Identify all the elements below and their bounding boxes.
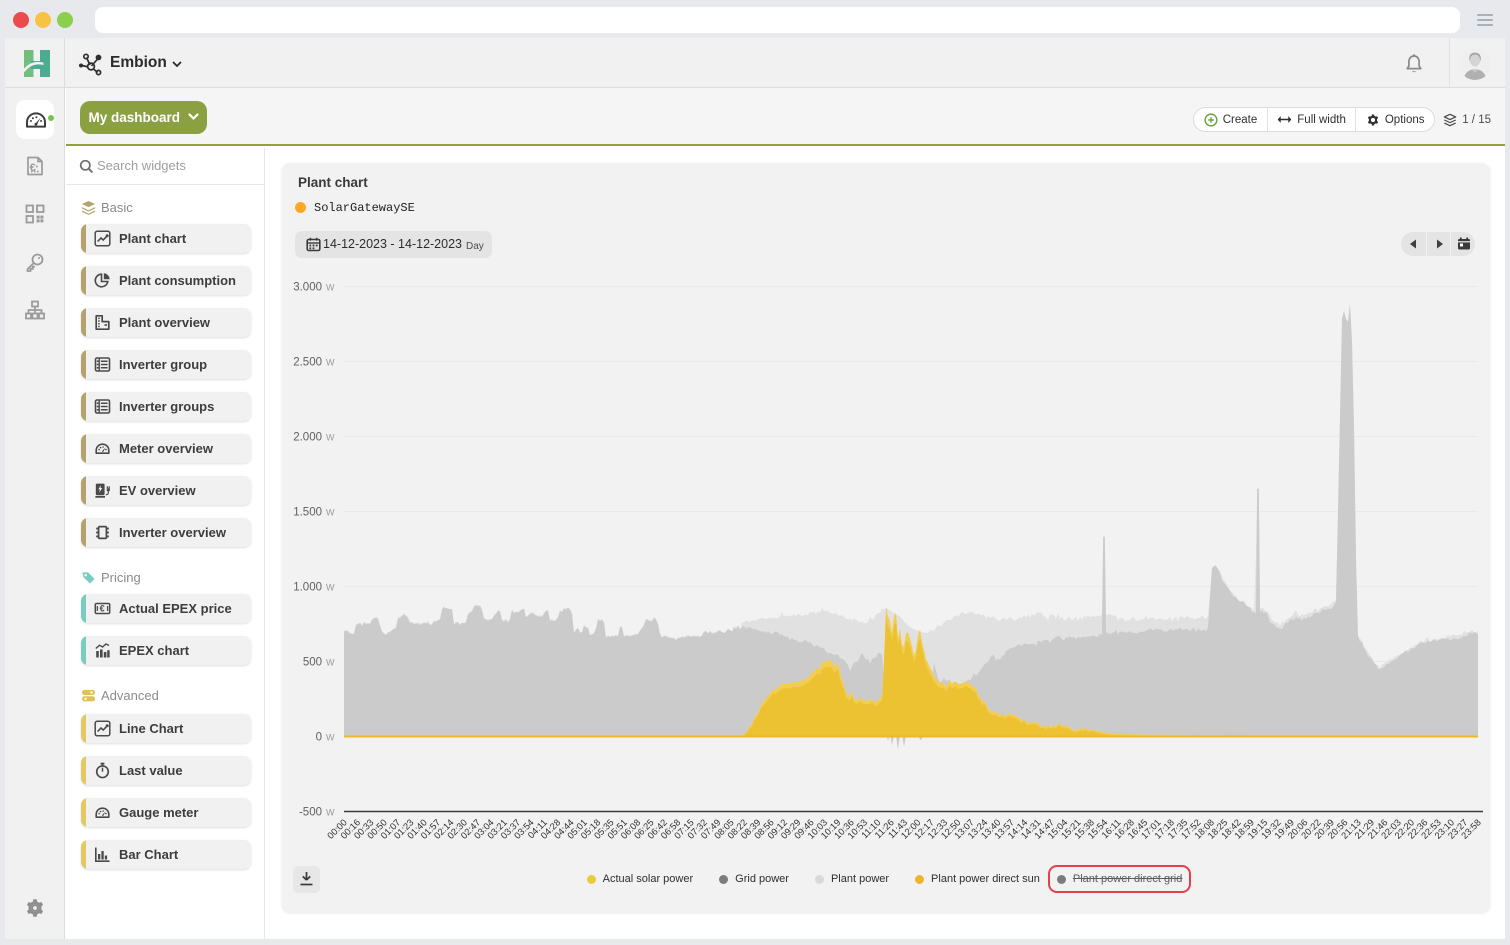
svg-text:1.000: 1.000 bbox=[293, 581, 322, 593]
svg-text:1.500: 1.500 bbox=[293, 506, 322, 518]
svg-text:W: W bbox=[326, 732, 335, 742]
svg-text:€: € bbox=[100, 604, 105, 614]
svg-text:-500: -500 bbox=[299, 806, 322, 818]
svg-text:2.000: 2.000 bbox=[293, 431, 322, 443]
svg-text:W: W bbox=[326, 507, 335, 517]
svg-text:W: W bbox=[326, 657, 335, 667]
svg-text:W: W bbox=[326, 432, 335, 442]
svg-text:W: W bbox=[326, 582, 335, 592]
svg-text:0: 0 bbox=[316, 731, 322, 743]
svg-text:3.000: 3.000 bbox=[293, 281, 322, 293]
svg-text:W: W bbox=[326, 807, 335, 817]
svg-text:500: 500 bbox=[303, 656, 322, 668]
svg-text:2.500: 2.500 bbox=[293, 356, 322, 368]
svg-text:W: W bbox=[326, 357, 335, 367]
svg-text:W: W bbox=[326, 282, 335, 292]
